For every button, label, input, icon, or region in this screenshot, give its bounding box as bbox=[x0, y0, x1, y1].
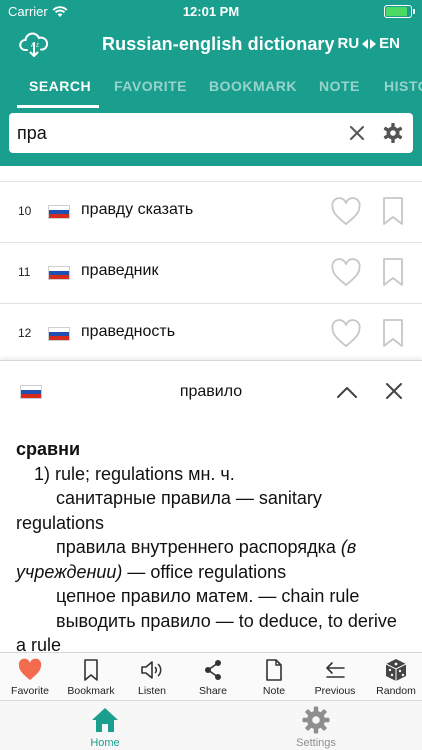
article-example: санитарные правила — sanitary regulation… bbox=[16, 488, 322, 533]
search-settings-button[interactable] bbox=[381, 121, 405, 145]
swap-arrows-icon bbox=[362, 38, 377, 49]
article-heading: сравни bbox=[16, 439, 81, 459]
cloud-sync-icon: A Z bbox=[19, 32, 49, 57]
active-tab-indicator bbox=[17, 105, 99, 108]
bookmark-icon bbox=[84, 659, 98, 681]
share-icon bbox=[205, 660, 221, 680]
nav-home[interactable]: Home bbox=[60, 701, 150, 750]
random-label: Random bbox=[376, 685, 416, 697]
article-example: правила внутреннего распорядка (в учрежд… bbox=[16, 535, 411, 584]
tab-note[interactable]: NOTE bbox=[319, 78, 360, 94]
dictionary-article: сравни 1) rule; regulations мн. ч. санит… bbox=[16, 437, 411, 652]
battery-icon bbox=[384, 5, 415, 18]
heart-outline-icon bbox=[331, 258, 361, 287]
arrow-left-icon bbox=[326, 662, 345, 678]
result-word: праведность bbox=[81, 323, 176, 340]
gear-icon bbox=[383, 123, 403, 143]
article-example-text: правила внутреннего распорядка bbox=[56, 537, 341, 557]
title-bar: A Z Russian-english dictionary RU EN bbox=[0, 24, 422, 68]
russian-flag-icon bbox=[48, 266, 70, 280]
collapse-panel-button[interactable] bbox=[334, 381, 360, 403]
translation-panel: правило сравни 1) rule; regulations мн. … bbox=[0, 360, 422, 652]
app-header: Carrier 12:01 PM A Z Russian-english dic… bbox=[0, 0, 422, 166]
tab-bar: SEARCH FAVORITE BOOKMARK NOTE HISTO bbox=[0, 70, 422, 108]
russian-flag-icon bbox=[48, 327, 70, 341]
results-list: 10 правду сказать 11 праведник 12 правед… bbox=[0, 166, 422, 360]
heart-outline-icon bbox=[331, 197, 361, 226]
speaker-icon bbox=[141, 661, 162, 679]
cloud-sync-button[interactable]: A Z bbox=[18, 30, 50, 60]
clock: 12:01 PM bbox=[182, 4, 240, 19]
nav-home-label: Home bbox=[90, 737, 120, 749]
article-example: выводить правило — to deduce, to derive … bbox=[16, 610, 397, 653]
chevron-up-icon bbox=[337, 387, 357, 398]
bookmark-toggle-button[interactable] bbox=[382, 196, 404, 226]
result-number: 10 bbox=[18, 204, 32, 218]
result-number: 12 bbox=[18, 326, 32, 340]
favorite-toggle-button[interactable] bbox=[330, 319, 362, 349]
search-bar bbox=[9, 113, 413, 153]
heart-outline-icon bbox=[331, 319, 361, 348]
bookmark-toggle-button[interactable] bbox=[382, 257, 404, 287]
app-title: Russian-english dictionary bbox=[102, 34, 335, 54]
language-switch-button[interactable]: RU EN bbox=[337, 35, 400, 52]
bookmark-outline-icon bbox=[383, 197, 403, 225]
bottom-navigation: Home Settings bbox=[0, 700, 422, 750]
article-example-translation: — office regulations bbox=[122, 561, 287, 582]
dice-icon bbox=[385, 659, 407, 681]
heart-filled-icon bbox=[18, 658, 42, 680]
favorite-toggle-button[interactable] bbox=[330, 197, 362, 227]
article-sense: 1) rule; regulations мн. ч. bbox=[34, 463, 235, 484]
bookmark-outline-icon bbox=[383, 319, 403, 347]
nav-settings[interactable]: Settings bbox=[271, 701, 361, 750]
svg-text:Z: Z bbox=[36, 43, 39, 49]
search-input[interactable] bbox=[17, 119, 337, 147]
bookmark-outline-icon bbox=[383, 258, 403, 286]
list-item[interactable]: 10 правду сказать bbox=[0, 182, 422, 243]
result-number: 11 bbox=[18, 265, 31, 279]
russian-flag-icon bbox=[48, 205, 70, 219]
list-item[interactable]: 11 праведник bbox=[0, 243, 422, 304]
close-icon bbox=[386, 383, 402, 399]
source-language: RU bbox=[337, 35, 360, 52]
tab-bookmark[interactable]: BOOKMARK bbox=[209, 78, 297, 94]
home-icon bbox=[92, 708, 118, 732]
tab-favorite[interactable]: FAVORITE bbox=[114, 78, 187, 94]
result-word: правду сказать bbox=[81, 201, 194, 218]
nav-settings-label: Settings bbox=[296, 737, 336, 749]
list-item[interactable]: 12 праведность bbox=[0, 304, 422, 360]
clear-search-button[interactable] bbox=[345, 121, 369, 145]
close-panel-button[interactable] bbox=[382, 379, 406, 403]
tab-search[interactable]: SEARCH bbox=[29, 78, 91, 94]
tab-history[interactable]: HISTO bbox=[384, 78, 422, 94]
target-language: EN bbox=[379, 35, 400, 52]
result-word: праведник bbox=[81, 262, 159, 279]
note-icon bbox=[266, 659, 282, 681]
random-button[interactable]: Random bbox=[366, 653, 422, 701]
favorite-toggle-button[interactable] bbox=[330, 258, 362, 288]
close-icon bbox=[350, 126, 364, 140]
action-toolbar: Favorite Bookmark Listen Share Note Prev… bbox=[0, 652, 422, 700]
bookmark-toggle-button[interactable] bbox=[382, 318, 404, 348]
status-bar: Carrier 12:01 PM bbox=[0, 0, 422, 24]
gear-icon bbox=[302, 706, 330, 734]
list-item-partial[interactable] bbox=[0, 166, 422, 182]
article-example: цепное правило матем. — chain rule bbox=[56, 586, 360, 606]
